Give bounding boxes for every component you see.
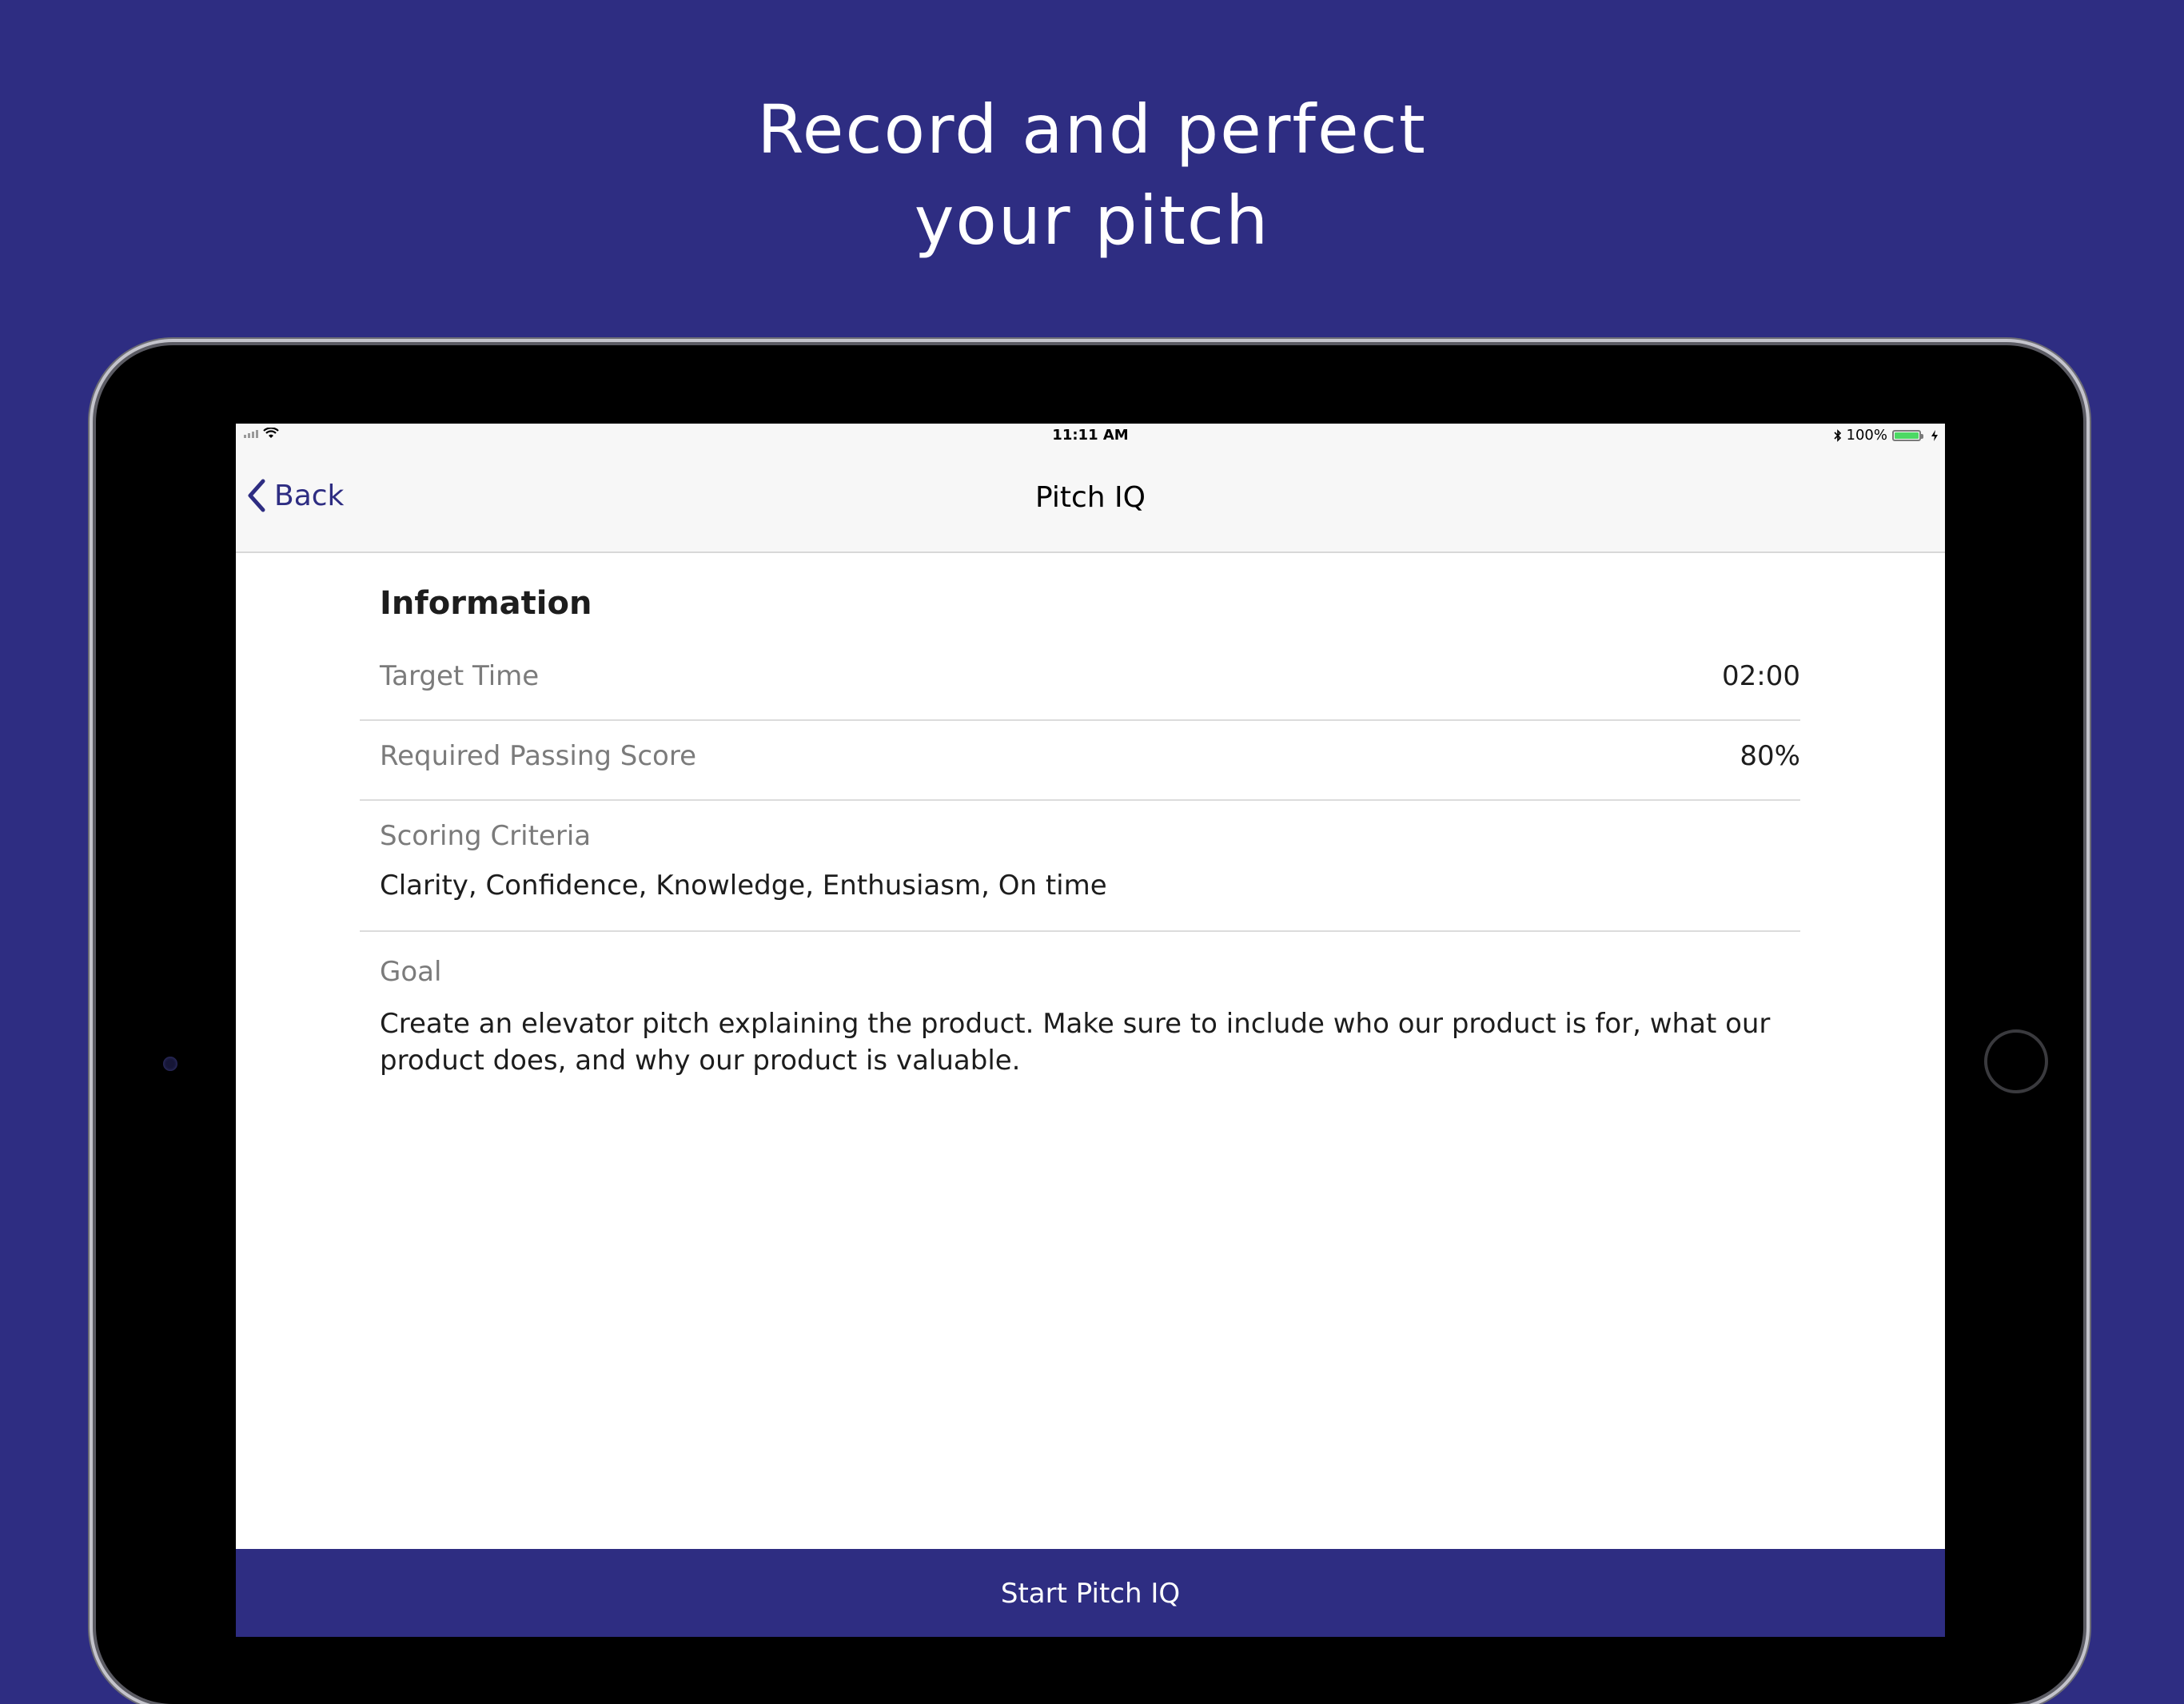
status-bar: 11:11 AM 100% [236,424,1945,448]
headline-line-2: your pitch [914,181,1270,260]
scoring-criteria-value: Clarity, Confidence, Knowledge, Enthusia… [380,870,1107,902]
marketing-headline: Record and perfect your pitch [0,84,2184,266]
status-time: 11:11 AM [1052,427,1129,444]
battery-icon [1892,429,1923,441]
passing-score-row: Required Passing Score 80% [360,721,1800,801]
home-button[interactable] [1984,1029,2048,1093]
goal-label: Goal [380,956,442,988]
target-time-row: Target Time 02:00 [360,638,1800,721]
goal-text: Create an elevator pitch explaining the … [380,1008,1771,1077]
app-screen: 11:11 AM 100% Back Pitch IQ Information … [236,424,1945,1637]
camera-icon [163,1057,177,1071]
start-pitch-button[interactable]: Start Pitch IQ [236,1549,1945,1637]
bluetooth-icon [1833,428,1841,442]
page-title: Pitch IQ [1034,481,1146,514]
status-right: 100% [1833,427,1939,444]
section-title: Information [380,585,592,622]
headline-line-1: Record and perfect [757,90,1427,169]
charging-icon [1931,429,1938,441]
passing-score-label: Required Passing Score [380,740,696,772]
scoring-criteria-row: Scoring Criteria Clarity, Confidence, Kn… [360,801,1800,932]
battery-level [1895,432,1919,439]
scoring-criteria-label: Scoring Criteria [380,820,592,852]
navigation-bar: Back Pitch IQ [236,448,1945,553]
battery-percent: 100% [1846,427,1887,444]
target-time-value: 02:00 [1722,660,1800,692]
target-time-label: Target Time [380,660,540,692]
passing-score-value: 80% [1740,740,1800,772]
